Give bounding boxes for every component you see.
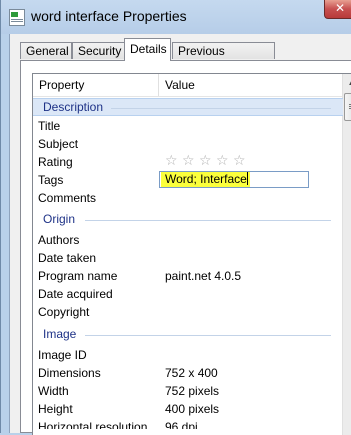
property-name: Subject xyxy=(38,137,79,151)
tab-previous-versions[interactable]: Previous Versions xyxy=(172,42,275,75)
tags-input-highlight: Word; Interface xyxy=(161,172,250,187)
list-item[interactable]: Dimensions 752 x 400 xyxy=(33,364,343,382)
section-label: Image xyxy=(43,327,77,341)
scroll-up-arrow-icon[interactable]: ▲ xyxy=(345,76,351,90)
property-value[interactable]: 96 dpi xyxy=(165,420,198,429)
list-item[interactable]: Subject xyxy=(33,135,343,153)
section-label: Origin xyxy=(43,212,76,226)
property-name: Dimensions xyxy=(38,366,101,380)
properties-file-icon xyxy=(9,9,25,26)
list-item[interactable]: Date acquired xyxy=(33,285,343,303)
property-name: Horizontal resolution xyxy=(38,420,148,434)
list-header: Property Value xyxy=(33,74,343,97)
column-header-property[interactable]: Property xyxy=(33,74,159,96)
property-name: Date taken xyxy=(38,251,97,265)
property-name: Rating xyxy=(38,155,73,169)
window-title: word interface Properties xyxy=(31,8,187,24)
section-label: Description xyxy=(43,100,104,114)
tab-general[interactable]: General xyxy=(20,42,72,59)
list-item[interactable]: Width 752 pixels xyxy=(33,382,343,400)
vertical-scrollbar[interactable]: ▲ xyxy=(342,74,351,435)
property-name: Title xyxy=(38,119,61,133)
star-icon[interactable]: ☆ xyxy=(182,153,197,169)
property-name: Program name xyxy=(38,269,118,283)
section-divider xyxy=(85,335,331,336)
star-icon[interactable]: ☆ xyxy=(199,153,214,169)
column-header-value[interactable]: Value xyxy=(159,74,343,96)
tags-input[interactable]: Word; Interface xyxy=(159,171,309,188)
close-button[interactable]: ✕ xyxy=(324,0,351,19)
star-icon[interactable]: ☆ xyxy=(233,153,248,169)
list-item[interactable]: Copyright xyxy=(33,303,343,321)
dialog-client-area: General Security Details Previous Versio… xyxy=(9,34,351,435)
list-item[interactable]: Program name paint.net 4.0.5 xyxy=(33,267,343,285)
scrollbar-thumb[interactable] xyxy=(344,93,351,121)
property-name: Tags xyxy=(38,173,64,187)
property-value[interactable]: 752 x 400 xyxy=(165,366,218,380)
list-item[interactable]: Height 400 pixels xyxy=(33,400,343,418)
text-caret xyxy=(246,172,248,185)
tab-details[interactable]: Details xyxy=(124,38,171,61)
property-value[interactable]: 752 pixels xyxy=(165,384,219,398)
title-bar[interactable]: word interface Properties ✕ xyxy=(1,0,351,34)
star-icon[interactable]: ☆ xyxy=(165,153,180,169)
list-item[interactable]: Title xyxy=(33,117,343,135)
property-name: Comments xyxy=(38,191,97,205)
section-divider xyxy=(85,220,331,221)
section-origin[interactable]: Origin xyxy=(33,211,343,229)
list-item[interactable]: Date taken xyxy=(33,249,343,267)
property-value[interactable]: paint.net 4.0.5 xyxy=(165,269,241,283)
tab-security[interactable]: Security xyxy=(72,42,125,59)
properties-window: word interface Properties ✕ General Secu… xyxy=(0,0,351,435)
properties-list[interactable]: Property Value ▲ Description xyxy=(32,73,351,435)
section-divider xyxy=(111,108,331,109)
section-description[interactable]: Description xyxy=(33,98,343,116)
property-name: Height xyxy=(38,402,73,416)
property-name: Copyright xyxy=(38,305,90,319)
star-icon[interactable]: ☆ xyxy=(216,153,231,169)
list-item[interactable]: Rating ☆ ☆ ☆ ☆ ☆ xyxy=(33,153,343,171)
section-image[interactable]: Image xyxy=(33,326,343,344)
details-panel: Property Value ▲ Description xyxy=(20,60,351,435)
tags-value: Word; Interface xyxy=(165,172,247,186)
list-item[interactable]: Horizontal resolution 96 dpi xyxy=(33,418,343,434)
list-item[interactable]: Comments xyxy=(33,189,343,207)
property-name: Image ID xyxy=(38,348,87,362)
rating-stars[interactable]: ☆ ☆ ☆ ☆ ☆ xyxy=(165,153,250,169)
list-item[interactable]: Image ID xyxy=(33,346,343,364)
list-item[interactable]: Authors xyxy=(33,231,343,249)
property-value[interactable]: 400 pixels xyxy=(165,402,219,416)
property-name: Authors xyxy=(38,233,80,247)
property-name: Date acquired xyxy=(38,287,113,301)
list-item[interactable]: Tags Word; Interface xyxy=(33,171,343,189)
property-name: Width xyxy=(38,384,69,398)
